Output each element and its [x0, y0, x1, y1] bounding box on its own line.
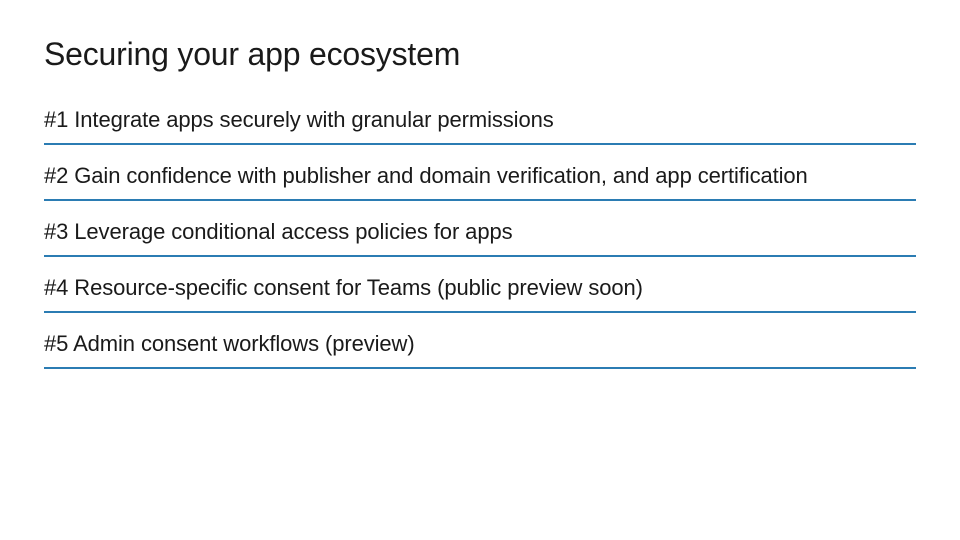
list-item: #4 Resource-specific consent for Teams (… — [44, 275, 916, 313]
list-item: #5 Admin consent workflows (preview) — [44, 331, 916, 369]
list-item: #1 Integrate apps securely with granular… — [44, 107, 916, 145]
list-item: #3 Leverage conditional access policies … — [44, 219, 916, 257]
list-item: #2 Gain confidence with publisher and do… — [44, 163, 916, 201]
slide-title: Securing your app ecosystem — [44, 36, 916, 73]
